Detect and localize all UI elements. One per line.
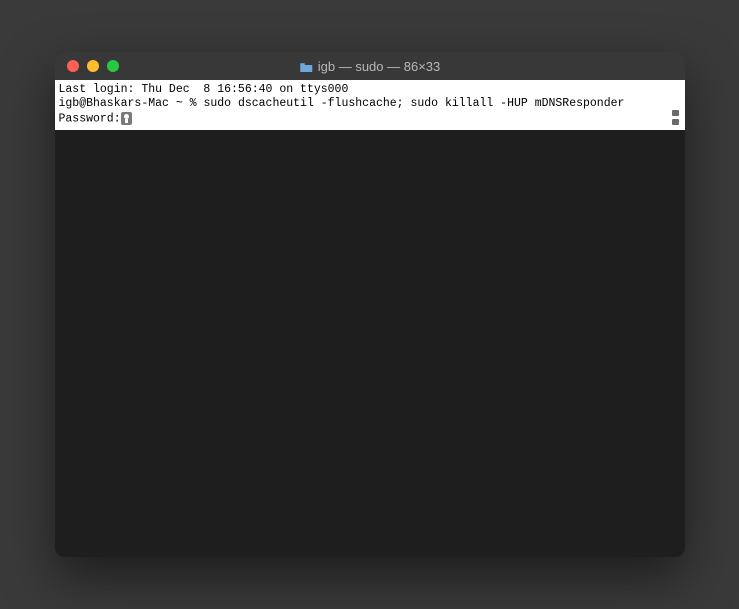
scroll-indicator [672, 110, 679, 116]
folder-icon [299, 61, 313, 72]
terminal-content: Last login: Thu Dec 8 16:56:40 on ttys00… [55, 80, 685, 130]
terminal-line-1: Last login: Thu Dec 8 16:56:40 on ttys00… [59, 83, 681, 97]
titlebar[interactable]: igb — sudo — 86×33 [55, 52, 685, 80]
terminal-body[interactable]: Last login: Thu Dec 8 16:56:40 on ttys00… [55, 80, 685, 557]
traffic-lights [67, 60, 119, 72]
scrollbar[interactable] [669, 110, 683, 130]
maximize-button[interactable] [107, 60, 119, 72]
password-label: Password: [59, 112, 121, 125]
command: sudo dscacheutil -flushcache; sudo killa… [203, 97, 624, 110]
terminal-line-2: igb@Bhaskars-Mac ~ % sudo dscacheutil -f… [59, 97, 681, 111]
window-title: igb — sudo — 86×33 [299, 59, 441, 74]
key-icon [121, 112, 132, 125]
close-button[interactable] [67, 60, 79, 72]
terminal-line-3: Password: [59, 112, 681, 127]
prompt: igb@Bhaskars-Mac ~ % [59, 97, 204, 110]
window-title-text: igb — sudo — 86×33 [318, 59, 441, 74]
minimize-button[interactable] [87, 60, 99, 72]
scroll-indicator [672, 119, 679, 125]
terminal-window: igb — sudo — 86×33 Last login: Thu Dec 8… [55, 52, 685, 557]
